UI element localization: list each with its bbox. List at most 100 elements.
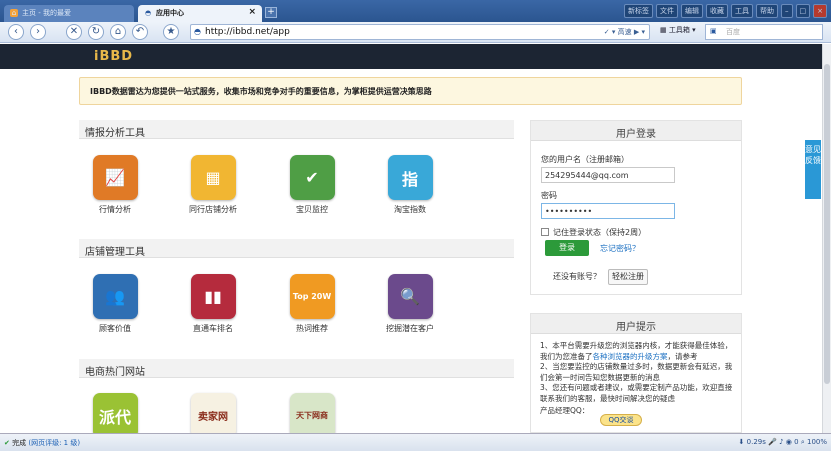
menu-help-button[interactable]: 帮助	[756, 4, 778, 18]
section-header-shop-tools: 店铺管理工具	[79, 239, 514, 258]
search-input[interactable]: ▣ 百度	[705, 24, 823, 40]
zoom-icon[interactable]: ⌕	[801, 438, 805, 446]
tool-label[interactable]: 挖掘潜在客户	[375, 323, 445, 334]
close-window-icon[interactable]: ×	[813, 4, 827, 18]
password-field[interactable]: ••••••••••	[541, 203, 675, 219]
refresh-icon[interactable]: ↻	[88, 24, 104, 40]
tianxia-icon[interactable]: 天下网商	[289, 393, 335, 438]
menu-file-button[interactable]: 文件	[656, 4, 678, 18]
url-text: http://ibbd.net/app	[205, 27, 290, 37]
speed-text: 0.29s	[746, 438, 766, 446]
tool-customer[interactable]: 👥 顾客价值	[80, 274, 150, 334]
search-placeholder: 百度	[726, 28, 740, 36]
maijia-icon[interactable]: 卖家网	[190, 393, 236, 438]
ranking-icon[interactable]: ▮▮	[190, 274, 236, 319]
tool-calculator[interactable]: ▦ 同行店铺分析	[178, 155, 248, 215]
new-tab-button[interactable]: +	[265, 7, 277, 18]
browser-tab-bar: ⌂ 主页 - 我的最爱 ◓ 应用中心 × + 新标签 文件 编辑 收藏 工具 帮…	[0, 0, 831, 22]
site-header: iBBD	[0, 44, 822, 69]
zoom-text[interactable]: 100%	[807, 438, 827, 446]
eye-icon[interactable]: ◉	[786, 438, 792, 446]
tool-label[interactable]: 行情分析	[80, 204, 150, 215]
market-chart-icon[interactable]: 📈	[92, 155, 138, 200]
menu-new-tab-button[interactable]: 新标签	[624, 4, 653, 18]
window-buttons: 新标签 文件 编辑 收藏 工具 帮助 – □ ×	[624, 4, 827, 18]
tab-home[interactable]: ⌂ 主页 - 我的最爱	[4, 5, 134, 22]
address-toolbar: ‹ › ✕ ↻ ⌂ ↶ ★ ◓ http://ibbd.net/app ✓ ▾ …	[0, 22, 831, 43]
section-header-hot-sites: 电商热门网站	[79, 359, 514, 378]
section-header-analysis: 情报分析工具	[79, 120, 514, 139]
remember-checkbox[interactable]	[541, 228, 549, 236]
tip-line-2: 2、当您要监控的店铺数量过多时，数据更新会有延迟，我们会第一时间告知您数据更新的…	[540, 362, 733, 382]
mic-icon[interactable]: 🎤	[768, 438, 777, 446]
url-field[interactable]: ◓ http://ibbd.net/app ✓ ▾ 高速 ▶ ▾	[190, 24, 650, 40]
tool-label[interactable]: 同行店铺分析	[178, 204, 248, 215]
page-rating-link[interactable]: (网页评级: 1 级)	[28, 439, 80, 447]
home-button-icon[interactable]: ⌂	[110, 24, 126, 40]
tip-line-3: 3、您还有问题或者建议，或需要定制产品功能，欢迎直接联系我们的客服，最快时间解决…	[540, 383, 733, 403]
password-label: 密码	[541, 191, 557, 200]
tab-app-center[interactable]: ◓ 应用中心 ×	[138, 5, 262, 22]
volume-icon[interactable]: ♪	[779, 438, 783, 446]
tool-maijia[interactable]: 卖家网	[178, 393, 248, 438]
page-icon: ◓	[144, 9, 152, 17]
tool-monitor[interactable]: ✔ 宝贝监控	[277, 155, 347, 215]
feedback-button[interactable]: 意见反馈	[805, 140, 821, 199]
index-icon[interactable]: 指	[387, 155, 433, 200]
tool-label[interactable]: 直通车排名	[178, 323, 248, 334]
tool-index[interactable]: 指淘宝指数	[375, 155, 445, 215]
tool-label[interactable]: 宝贝监控	[277, 204, 347, 215]
close-tab-icon[interactable]: ×	[248, 7, 256, 17]
done-check-icon: ✔	[4, 439, 10, 447]
customer-icon[interactable]: 👥	[92, 274, 138, 319]
tool-search[interactable]: 🔍 挖掘潜在客户	[375, 274, 445, 334]
forgot-password-link[interactable]: 忘记密码？	[600, 243, 640, 254]
count-text: 0	[794, 438, 799, 446]
login-title: 用户登录	[531, 121, 741, 141]
status-done: 完成	[12, 439, 27, 447]
paidai-icon[interactable]: 派代	[92, 393, 138, 438]
search-engine-icon: ▣	[710, 27, 717, 35]
back-icon[interactable]: ‹	[8, 24, 24, 40]
remember-label: 记住登录状态（保持2周）	[553, 228, 647, 237]
menu-favorites-button[interactable]: 收藏	[706, 4, 728, 18]
favorite-star-icon[interactable]: ★	[163, 24, 179, 40]
calculator-icon[interactable]: ▦	[190, 155, 236, 200]
menu-tools-button[interactable]: 工具	[731, 4, 753, 18]
tool-paidai[interactable]: 派代	[80, 393, 150, 438]
register-button[interactable]: 轻松注册	[608, 269, 648, 285]
tab-title: 应用中心	[156, 9, 184, 17]
url-actions[interactable]: ✓ ▾ 高速 ▶ ▾	[604, 27, 645, 37]
stop-icon[interactable]: ✕	[66, 24, 82, 40]
tool-market-chart[interactable]: 📈 行情分析	[80, 155, 150, 215]
download-icon[interactable]: ⬇	[739, 438, 745, 446]
notice-banner: IBBD数据雷达为您提供一站式服务，收集市场和竞争对手的重要信息，为掌柜提供运营…	[79, 77, 742, 105]
site-logo[interactable]: iBBD	[94, 49, 133, 64]
tool-tianxia[interactable]: 天下网商	[277, 393, 347, 438]
undo-icon[interactable]: ↶	[132, 24, 148, 40]
minimize-icon[interactable]: –	[781, 4, 793, 18]
no-account-text: 还没有账号？	[553, 272, 601, 281]
hotword-icon[interactable]: Top 20W	[289, 274, 335, 319]
vertical-scrollbar[interactable]	[822, 44, 831, 433]
menu-edit-button[interactable]: 编辑	[681, 4, 703, 18]
search-icon[interactable]: 🔍	[387, 274, 433, 319]
toolbox-button[interactable]: ▦ 工具箱 ▾	[660, 25, 696, 35]
tool-label[interactable]: 热词推荐	[277, 323, 347, 334]
tool-label[interactable]: 顾客价值	[80, 323, 150, 334]
tool-hotword[interactable]: Top 20W 热词推荐	[277, 274, 347, 334]
site-icon: ◓	[194, 27, 201, 36]
status-bar: ✔ 完成 (网页评级: 1 级) ⬇ 0.29s 🎤 ♪ ◉ 0 ⌕ 100%	[0, 433, 831, 451]
username-field[interactable]: 254295444@qq.com	[541, 167, 675, 183]
tab-title: 主页 - 我的最爱	[22, 9, 71, 17]
qq-chat-button[interactable]: QQ交谈	[600, 414, 642, 426]
monitor-icon[interactable]: ✔	[289, 155, 335, 200]
scrollbar-thumb[interactable]	[824, 64, 830, 384]
forward-icon[interactable]: ›	[30, 24, 46, 40]
upgrade-link[interactable]: 各种浏览器的升级方案	[593, 352, 668, 361]
username-label: 您的用户名（注册邮箱）	[541, 155, 629, 164]
tool-ranking[interactable]: ▮▮ 直通车排名	[178, 274, 248, 334]
login-button[interactable]: 登录	[545, 240, 589, 256]
tool-label[interactable]: 淘宝指数	[375, 204, 445, 215]
maximize-icon[interactable]: □	[795, 4, 811, 18]
